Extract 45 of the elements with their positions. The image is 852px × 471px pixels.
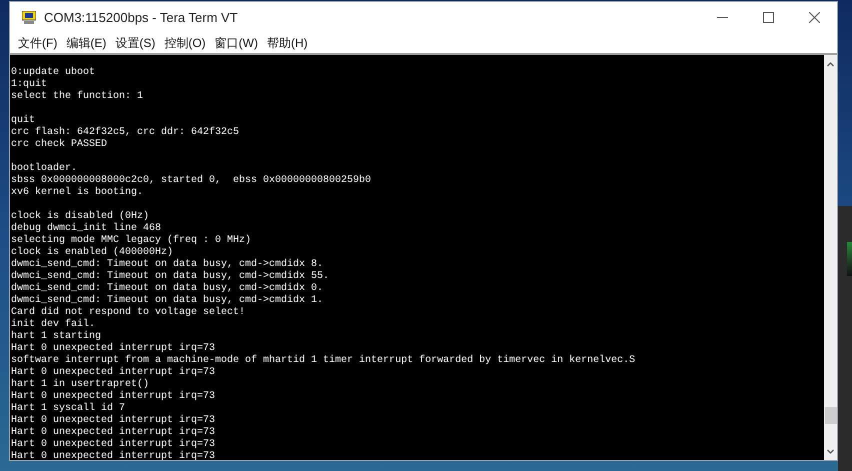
menu-item[interactable]: 控制(O): [160, 33, 210, 53]
menu-item[interactable]: 帮助(H): [262, 33, 312, 53]
app-icon: [22, 11, 36, 24]
terminal-line: hart 1 in usertrapret(): [11, 379, 150, 390]
scroll-down-icon[interactable]: [827, 449, 834, 454]
terminal-line: clock is disabled (0Hz): [11, 211, 150, 222]
terminal-line: crc flash: 642f32c5, crc ddr: 642f32c5: [11, 127, 240, 138]
scroll-thumb[interactable]: [825, 407, 837, 424]
terminal-line: software interrupt from a machine-mode of mhartid 1 timer interrupt forwarded by timervec in kernelvec.S: [11, 355, 636, 366]
terminal-line: clock is enabled (400000Hz): [11, 247, 174, 258]
terminal-line: quit: [11, 115, 36, 127]
terminal-line: Hart 0 unexpected interrupt irq=73: [11, 415, 216, 426]
terminal-line: Hart 0 unexpected interrupt irq=73: [11, 367, 216, 378]
terminal-line: crc check PASSED: [11, 139, 108, 151]
menu-item[interactable]: 窗口(W): [210, 33, 262, 53]
terminal-line: Hart 1 syscall id 7: [11, 403, 126, 414]
terminal-line: select the function: 1: [11, 91, 144, 103]
terminal-line: selecting mode MMC legacy (freq : 0 MHz): [11, 235, 252, 246]
window-title: COM3:115200bps - Tera Term VT: [44, 8, 238, 27]
terminal-line: sbss 0x000000008000c2c0, started 0, ebss 0x00000000800259b0: [11, 175, 372, 186]
terminal-line: debug dwmci_init line 468: [11, 223, 162, 234]
terminal-line: dwmci_send_cmd: Timeout on data busy, cmd->cmdidx 55.: [11, 271, 330, 282]
terminal-line: Hart 0 unexpected interrupt irq=73: [11, 391, 216, 402]
terminal-line: dwmci_send_cmd: Timeout on data busy, cmd->cmdidx 1.: [11, 295, 324, 306]
menu-item[interactable]: 设置(S): [111, 33, 160, 53]
terminal-line: Hart 0 unexpected interrupt irq=73: [11, 439, 216, 450]
terminal-line: hart 1 starting: [11, 331, 102, 342]
terminal-line: Hart 0 unexpected interrupt irq=73: [11, 451, 216, 460]
scroll-up-icon[interactable]: [827, 62, 834, 67]
terminal-line: xv6 kernel is booting.: [11, 187, 144, 199]
menu-item[interactable]: 文件(F): [14, 33, 62, 53]
terminal-line: dwmci_send_cmd: Timeout on data busy, cmd->cmdidx 0.: [11, 283, 324, 294]
terminal-line: Hart 0 unexpected interrupt irq=73: [11, 427, 216, 438]
terminal-line: 0:update uboot: [11, 67, 96, 78]
terminal-line: init dev fail.: [11, 319, 96, 330]
terminal-line: 1:quit: [11, 79, 48, 90]
terminal-line: bootloader.: [11, 163, 78, 174]
maximize-icon: [762, 12, 774, 23]
minimize-icon: [716, 17, 728, 18]
menu-item[interactable]: 编辑(E): [62, 33, 110, 53]
terminal-line: Card did not respond to voltage select!: [11, 307, 246, 318]
terminal-line: Hart 0 unexpected interrupt irq=73: [11, 343, 216, 354]
scrollbar[interactable]: [824, 55, 837, 460]
close-icon: [808, 12, 820, 23]
terminal-line: dwmci_send_cmd: Timeout on data busy, cmd->cmdidx 8.: [11, 259, 324, 270]
